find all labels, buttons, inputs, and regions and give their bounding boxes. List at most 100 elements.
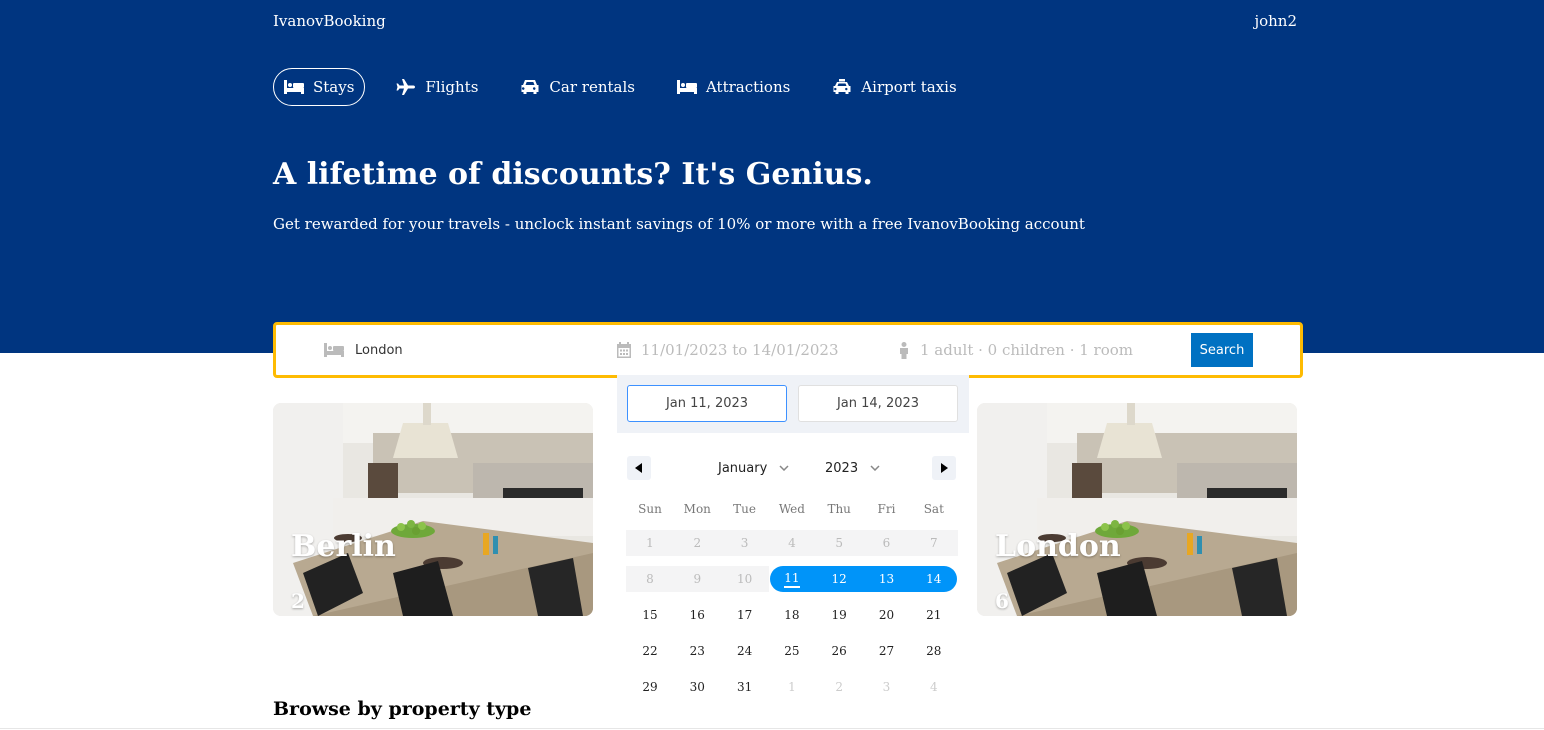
month-navigation: January 2023 — [617, 455, 969, 481]
month-select[interactable]: January — [718, 455, 789, 481]
calendar-day: 2 — [673, 530, 722, 556]
weekday-label: Tue — [733, 502, 757, 516]
tab-label: Airport taxis — [861, 78, 957, 96]
card-city: Berlin — [291, 529, 396, 564]
next-month-button[interactable] — [932, 456, 956, 480]
day-number: 25 — [784, 644, 800, 658]
calendar-day[interactable]: 21 — [910, 602, 958, 628]
calendar-day: 1 — [626, 530, 674, 556]
day-number: 1 — [788, 680, 796, 694]
destination-value: London — [355, 342, 403, 358]
calendar-day[interactable]: 19 — [815, 602, 863, 628]
calendar-day: 6 — [862, 530, 911, 556]
calendar-day[interactable]: 14 — [910, 566, 958, 592]
calendar-day[interactable]: 11 — [768, 566, 816, 592]
hotel-kitchen-image — [977, 403, 1297, 616]
logo[interactable]: IvanovBooking — [273, 12, 386, 30]
calendar-day[interactable]: 23 — [673, 638, 721, 664]
calendar-day[interactable]: 30 — [673, 674, 721, 700]
calendar-day[interactable]: 12 — [815, 566, 863, 592]
tab-airport-taxis[interactable]: Airport taxis — [821, 68, 967, 106]
card-city: London — [995, 529, 1121, 564]
calendar-day: 5 — [815, 530, 864, 556]
city-card-berlin[interactable]: Berlin 2 — [273, 403, 593, 616]
calendar-day[interactable]: 25 — [768, 638, 816, 664]
day-number: 1 — [646, 536, 654, 550]
calendar-day[interactable]: 3 — [863, 674, 911, 700]
hero-title: A lifetime of discounts? It's Genius. — [273, 157, 873, 192]
calendar-day[interactable]: 2 — [815, 674, 863, 700]
calendar-day[interactable]: 1 — [768, 674, 816, 700]
calendar-day[interactable]: 4 — [910, 674, 958, 700]
day-number: 8 — [646, 572, 654, 586]
search-button[interactable]: Search — [1191, 333, 1253, 367]
day-number: 12 — [831, 572, 847, 586]
day-number: 21 — [926, 608, 942, 622]
card-count: 2 — [291, 589, 305, 613]
calendar-day[interactable]: 31 — [721, 674, 769, 700]
weekday-label: Fri — [877, 502, 896, 516]
category-tabs: Stays Flights Car rentals Attractions Ai… — [273, 67, 988, 107]
day-number: 10 — [736, 572, 753, 586]
occupancy-value: 1 adult · 0 children · 1 room — [920, 341, 1133, 359]
tab-car-rentals[interactable]: Car rentals — [509, 68, 646, 106]
date-range-field[interactable]: 11/01/2023 to 14/01/2023 — [617, 325, 839, 375]
calendar-day[interactable]: 22 — [626, 638, 674, 664]
day-number: 24 — [736, 644, 753, 658]
hero-subtitle: Get rewarded for your travels - unclock … — [273, 215, 1085, 233]
calendar-day[interactable]: 28 — [910, 638, 958, 664]
calendar-day[interactable]: 27 — [863, 638, 911, 664]
day-number: 29 — [642, 680, 658, 694]
calendar-day[interactable]: 29 — [626, 674, 674, 700]
year-select[interactable]: 2023 — [825, 455, 880, 481]
calendar-day[interactable]: 20 — [863, 602, 911, 628]
dates-value: 11/01/2023 to 14/01/2023 — [641, 341, 839, 359]
calendar-day[interactable]: 13 — [863, 566, 911, 592]
tab-flights[interactable]: Flights — [385, 68, 489, 106]
occupancy-field[interactable]: 1 adult · 0 children · 1 room — [898, 325, 1133, 375]
calendar-day: 4 — [767, 530, 816, 556]
chevron-down-icon — [870, 465, 880, 471]
divider — [0, 728, 1544, 729]
weekday-label: Thu — [827, 502, 851, 516]
day-number: 26 — [831, 644, 847, 658]
day-number: 3 — [882, 680, 891, 694]
plane-icon — [396, 79, 416, 95]
weekday-label: Mon — [683, 502, 711, 516]
start-date-box[interactable]: Jan 11, 2023 — [627, 385, 787, 422]
calendar-day: 10 — [720, 566, 769, 592]
tab-stays[interactable]: Stays — [273, 68, 366, 106]
end-date-box[interactable]: Jan 14, 2023 — [798, 385, 958, 422]
calendar-day[interactable]: 15 — [626, 602, 674, 628]
day-number: 7 — [929, 536, 938, 550]
top-navbar: IvanovBooking john2 — [273, 12, 1297, 36]
date-range-picker: Jan 11, 2023 Jan 14, 2023 January 2023 S… — [617, 375, 969, 705]
prev-month-button[interactable] — [627, 456, 651, 480]
user-name[interactable]: john2 — [1254, 12, 1297, 30]
weekday-label: Sun — [638, 502, 662, 516]
city-card-london[interactable]: London 6 — [977, 403, 1297, 616]
year-value: 2023 — [825, 460, 859, 476]
day-number: 23 — [689, 644, 705, 658]
tab-label: Attractions — [705, 78, 791, 96]
taxi-icon — [833, 79, 851, 94]
day-number: 28 — [926, 644, 942, 658]
browse-section-title: Browse by property type — [273, 698, 532, 720]
calendar-day: 7 — [909, 530, 958, 556]
calendar-day[interactable]: 26 — [815, 638, 863, 664]
day-number: 2 — [835, 680, 843, 694]
date-range-header: Jan 11, 2023 Jan 14, 2023 — [617, 375, 969, 433]
calendar-day[interactable]: 18 — [768, 602, 816, 628]
calendar-day[interactable]: 16 — [673, 602, 721, 628]
bed-icon — [284, 80, 304, 94]
caret-right-icon — [941, 463, 948, 473]
tab-attractions[interactable]: Attractions — [666, 68, 801, 106]
calendar-icon — [617, 342, 631, 358]
destination-field[interactable]: London — [323, 325, 403, 375]
day-number: 14 — [926, 572, 942, 586]
calendar-day[interactable]: 24 — [721, 638, 769, 664]
calendar-day[interactable]: 17 — [721, 602, 769, 628]
day-number: 18 — [784, 608, 800, 622]
month-value: January — [718, 460, 768, 476]
day-number: 20 — [878, 608, 895, 622]
